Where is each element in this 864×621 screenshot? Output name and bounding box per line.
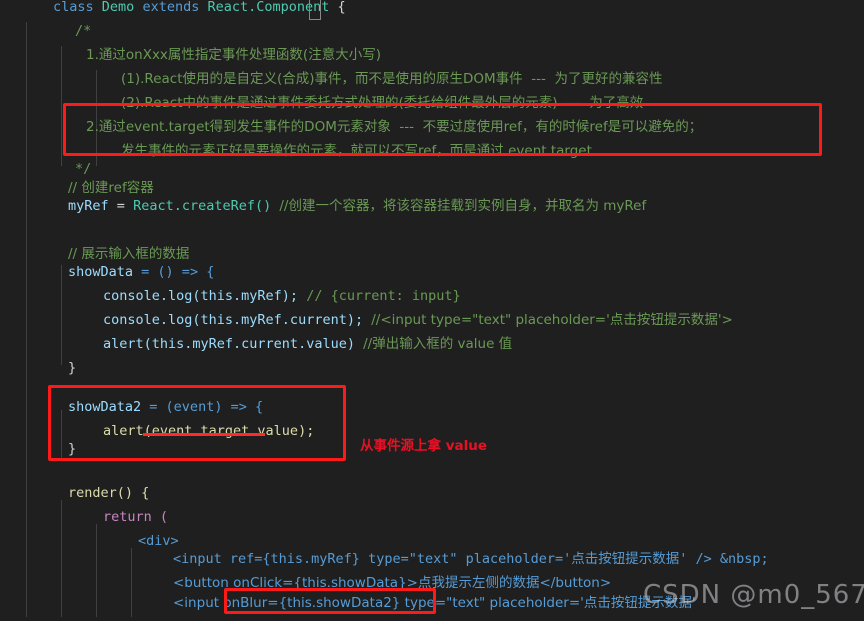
editor-bottom-strip — [0, 617, 864, 621]
token-comment-close: */ — [75, 161, 92, 177]
code-line: 1.通过onXxx属性指定事件处理函数(注意大小写) — [78, 43, 381, 67]
annotation-label-take-value-from-event: 从事件源上拿 value — [360, 438, 488, 454]
token-arrow-signature: = (event) => { — [149, 399, 264, 415]
code-line: myRef = React.createRef() //创建一个容器，将该容器挂… — [60, 194, 646, 218]
code-line: alert(event.target.value); — [95, 419, 314, 443]
code-line: 发生事件的元素正好是要操作的元素，就可以不写ref，而是通过 event.tar… — [113, 139, 592, 163]
token-jsx-input-ref: <input ref={this.myRef} type="text" plac… — [173, 551, 769, 567]
token-comment-text: 2.通过event.target得到发生事件的DOM元素对象 --- 不要过度使… — [86, 119, 703, 135]
token-showdata2: showData2 — [68, 399, 142, 415]
token-keyword-return: return ( — [103, 509, 169, 525]
token-myref: myRef — [68, 198, 109, 214]
code-line: <input onBlur={this.showData2} type="tex… — [165, 591, 696, 615]
code-editor-screenshot: class Demo extends React.Component { /* … — [0, 0, 864, 621]
token-jsx-input-onblur: <input onBlur={this.showData2} type="tex… — [173, 595, 696, 611]
token-comment-text: 1.通过onXxx属性指定事件处理函数(注意大小写) — [86, 47, 381, 63]
code-line: /* — [67, 19, 91, 43]
code-line: (1).React使用的是自定义(合成)事件，而不是使用的原生DOM事件 ---… — [113, 67, 662, 91]
token-comment-text: //创建一个容器，将该容器挂载到实例自身，并取名为 myRef — [279, 198, 647, 214]
code-line: console.log(this.myRef.current); //<inpu… — [95, 308, 733, 332]
token-console-log: console.log(this.myRef.current); — [103, 312, 364, 328]
code-line: } — [60, 437, 76, 461]
token-render-method: render() { — [68, 485, 150, 501]
token-comment-text: 发生事件的元素正好是要操作的元素，就可以不写ref，而是通过 event.tar… — [121, 143, 592, 159]
token-brace-close: } — [68, 441, 77, 457]
token-alert-event-target-value: alert(event.target.value); — [103, 423, 315, 439]
code-line: console.log(this.myRef); // {current: in… — [95, 284, 461, 308]
token-comment-text: (2).React中的事件是通过事件委托方式处理的(委托给组件最外层的元素) -… — [121, 95, 644, 111]
token-jsx-button: <button onClick={this.showData}>点我提示左侧的数… — [173, 575, 612, 591]
token-comment-text: //弹出输入框的 value 值 — [363, 336, 513, 352]
code-line: showData = () => { — [60, 260, 214, 284]
event-target-value-underline — [143, 433, 265, 436]
token-comment-text: (1).React使用的是自定义(合成)事件，而不是使用的原生DOM事件 ---… — [121, 71, 663, 87]
code-line: render() { — [60, 481, 149, 505]
token-brace-open: { — [337, 0, 346, 15]
token-brace-close: } — [68, 360, 77, 376]
code-line: class Demo extends React.Component { — [45, 0, 346, 19]
token-equals: = — [116, 198, 125, 214]
token-createref-call: React.createRef() — [133, 198, 272, 214]
token-keyword-extends: extends — [142, 0, 200, 15]
code-line: 2.通过event.target得到发生事件的DOM元素对象 --- 不要过度使… — [78, 115, 702, 139]
token-arrow-signature: = () => { — [141, 264, 215, 280]
token-showdata: showData — [68, 264, 134, 280]
token-comment-text: // {current: input} — [306, 288, 461, 304]
code-line: alert(this.myRef.current.value) //弹出输入框的… — [95, 332, 512, 356]
code-line: } — [60, 356, 76, 380]
code-line: showData2 = (event) => { — [60, 395, 263, 419]
token-console-log: console.log(this.myRef); — [103, 288, 299, 304]
token-class-name: Demo — [101, 0, 135, 15]
token-alert-call: alert(this.myRef.current.value) — [103, 336, 355, 352]
bracket-match-highlight — [309, 0, 321, 20]
source-code[interactable]: class Demo extends React.Component { /* … — [0, 0, 864, 621]
token-comment-text: //<input type="text" placeholder='点击按钮提示… — [371, 312, 733, 328]
token-keyword-class: class — [53, 0, 94, 15]
code-line: <input ref={this.myRef} type="text" plac… — [165, 547, 769, 571]
code-line: (2).React中的事件是通过事件委托方式处理的(委托给组件最外层的元素) -… — [113, 91, 643, 115]
code-line: return ( — [95, 505, 168, 529]
token-comment-open: /* — [75, 23, 92, 39]
